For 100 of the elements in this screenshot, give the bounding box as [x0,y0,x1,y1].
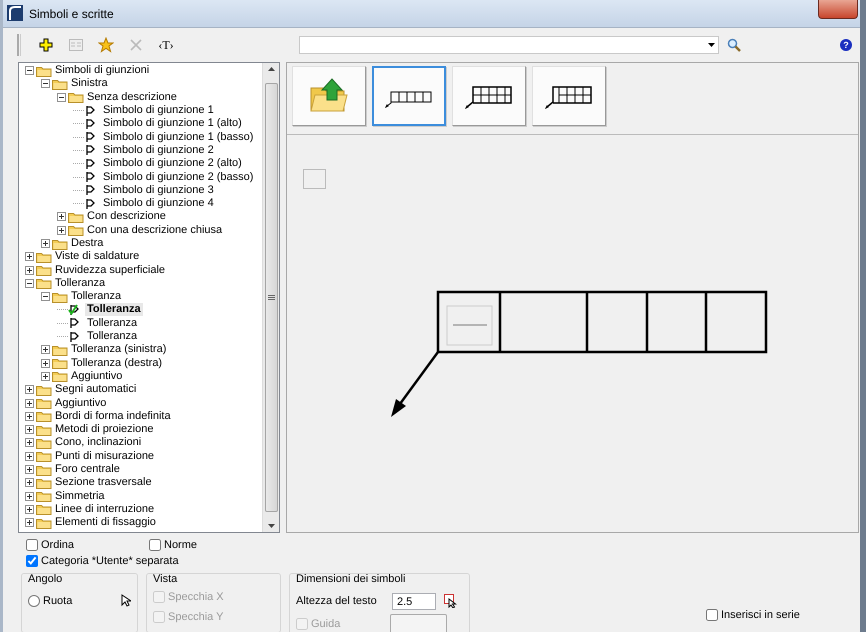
app-icon [7,5,23,22]
dropdown-caret-icon[interactable] [708,43,715,47]
text-button[interactable]: ‹T› [151,34,181,56]
collapse-icon[interactable] [57,92,66,102]
folder-icon [68,224,84,236]
tree-item[interactable]: Ruvidezza superficiale [53,264,168,277]
tree-item[interactable]: Elementi di fissaggio [53,516,158,530]
tree-item[interactable]: Simbolo di giunzione 2 (alto) [101,157,244,170]
expand-icon[interactable] [25,252,34,262]
folder-icon [36,516,52,529]
tree-item[interactable]: Simbolo di giunzione 1 (alto) [101,117,244,130]
folder-icon [36,424,52,436]
group-title: Angolo [28,573,64,585]
tree-item[interactable]: Con descrizione [85,210,168,224]
search-icon[interactable] [727,38,741,52]
tree-item[interactable]: Viste di saldature [53,250,142,264]
expand-icon[interactable] [25,478,34,488]
collapse-icon[interactable] [41,79,50,88]
scrollbar[interactable] [262,63,279,532]
group-title: Dimensioni dei simboli [296,573,406,585]
expand-icon[interactable] [25,504,34,514]
tree-item[interactable]: Cono, inclinazioni [53,436,144,450]
folder-icon [52,370,68,382]
tree-item[interactable]: Simbolo di giunzione 1 [101,104,216,118]
list-icon [69,39,83,51]
collapse-icon[interactable] [41,292,50,302]
text-height-field[interactable]: 2.5 [392,593,436,610]
scroll-down-icon[interactable] [268,524,274,528]
cursor-icon[interactable] [121,594,131,608]
expand-icon[interactable] [25,492,34,501]
expand-icon[interactable] [25,438,34,448]
expand-icon[interactable] [25,518,34,528]
tree-item[interactable]: Simbolo di giunzione 2 [101,144,216,157]
tree-item[interactable]: Simbolo di giunzione 1 (basso) [101,130,256,144]
tree-item[interactable]: Metodi di proiezione [53,423,156,436]
checkbox-label: Categoria *Utente* separata [41,554,179,569]
checkbox[interactable] [706,609,718,621]
folder-icon [52,238,68,250]
folder-icon [68,91,84,104]
folder-icon [36,476,52,489]
tree-item[interactable]: Tolleranza (destra) [69,356,164,370]
expand-icon[interactable] [25,425,34,434]
tree-item[interactable]: Linee di interruzione [53,502,156,516]
folder-icon [52,78,68,90]
checkbox[interactable] [26,555,38,567]
expand-icon[interactable] [25,398,34,408]
collapse-icon[interactable] [25,66,34,76]
folder-icon [36,277,52,290]
expand-icon[interactable] [41,358,50,368]
radio-button[interactable] [28,595,40,607]
expand-icon[interactable] [25,266,34,275]
expand-icon[interactable] [25,412,34,421]
tree-item[interactable]: Segni automatici [53,383,138,396]
tree-item[interactable]: Tolleranza [85,330,140,344]
folder-icon [52,290,68,303]
tree-item[interactable]: Tolleranza [85,316,140,330]
tree-item[interactable]: Tolleranza (sinistra) [69,343,168,356]
tree-item[interactable]: Bordi di forma indefinita [53,410,173,423]
checkbox-label: Specchia Y [168,610,224,625]
folder-icon [68,210,84,223]
folder-icon [52,357,68,370]
expand-icon[interactable] [25,452,34,461]
folder-icon [36,64,52,77]
expand-icon[interactable] [25,465,34,474]
folder-icon [36,397,52,410]
tree-item[interactable]: Aggiuntivo [69,370,124,383]
group-title: Vista [153,573,178,585]
expand-icon[interactable] [57,212,66,222]
tree-item[interactable]: Sinistra [69,77,110,90]
tree-item[interactable]: Foro centrale [53,463,122,476]
checkbox[interactable] [149,539,161,551]
tree-item[interactable]: Destra [69,237,106,250]
folder-icon [52,344,68,356]
tree-item[interactable]: Tolleranza [69,290,124,304]
collapse-icon[interactable] [25,278,34,288]
folder-icon [36,384,52,396]
tree-item[interactable]: Simboli di giunzioni [53,64,152,78]
symbol-tile[interactable] [372,66,446,126]
tree-item[interactable]: Sezione trasversale [53,476,154,490]
tree-item[interactable]: Simmetria [53,490,107,503]
expand-icon[interactable] [25,385,34,394]
close-button[interactable] [818,0,858,19]
tree-item[interactable]: Con una descrizione chiusa [85,224,224,237]
tree-item[interactable]: Senza descrizione [85,90,179,104]
folder-arrow-icon [309,78,349,114]
pick-cursor-icon[interactable] [444,594,458,608]
expand-icon[interactable] [41,372,50,381]
tree-item[interactable]: Tolleranza [53,276,108,290]
expand-icon[interactable] [57,226,66,235]
help-button[interactable]: ? [840,39,852,51]
tree-item[interactable]: Simbolo di giunzione 3 [101,184,216,197]
tree-item[interactable]: Simbolo di giunzione 4 [101,197,216,210]
tree-item[interactable]: Tolleranza [85,303,143,316]
expand-icon[interactable] [41,239,50,248]
expand-icon[interactable] [41,345,50,354]
tree-item[interactable]: Aggiuntivo [53,396,108,410]
tree-item[interactable]: Simbolo di giunzione 2 (basso) [101,170,256,184]
checkbox[interactable] [26,539,38,551]
scroll-up-icon[interactable] [268,67,274,71]
tree-item[interactable]: Punti di misurazione [53,450,156,463]
